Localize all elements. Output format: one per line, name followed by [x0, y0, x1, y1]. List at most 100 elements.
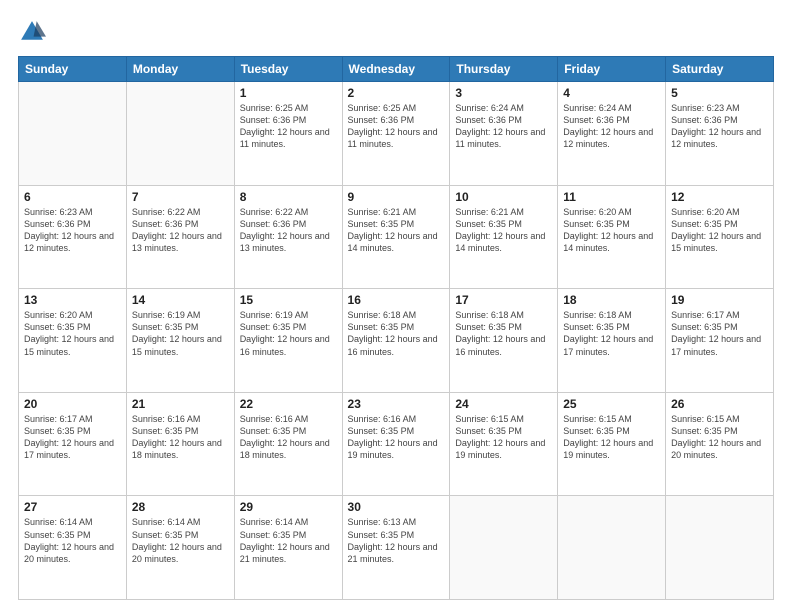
day-number: 19	[671, 293, 768, 307]
day-info: Sunrise: 6:17 AM Sunset: 6:35 PM Dayligh…	[24, 413, 121, 462]
calendar-cell: 16 Sunrise: 6:18 AM Sunset: 6:35 PM Dayli…	[342, 289, 450, 393]
day-header-sunday: Sunday	[19, 57, 127, 82]
calendar-cell: 9 Sunrise: 6:21 AM Sunset: 6:35 PM Daylig…	[342, 185, 450, 289]
calendar-cell: 7 Sunrise: 6:22 AM Sunset: 6:36 PM Daylig…	[126, 185, 234, 289]
day-info: Sunrise: 6:19 AM Sunset: 6:35 PM Dayligh…	[240, 309, 337, 358]
calendar-cell: 4 Sunrise: 6:24 AM Sunset: 6:36 PM Daylig…	[558, 82, 666, 186]
day-number: 13	[24, 293, 121, 307]
logo-icon	[18, 18, 46, 46]
calendar-cell: 12 Sunrise: 6:20 AM Sunset: 6:35 PM Dayli…	[666, 185, 774, 289]
day-info: Sunrise: 6:18 AM Sunset: 6:35 PM Dayligh…	[348, 309, 445, 358]
calendar-cell	[126, 82, 234, 186]
calendar-cell: 23 Sunrise: 6:16 AM Sunset: 6:35 PM Dayli…	[342, 392, 450, 496]
calendar-cell: 22 Sunrise: 6:16 AM Sunset: 6:35 PM Dayli…	[234, 392, 342, 496]
calendar-cell: 27Sunrise: 6:14 AM Sunset: 6:35 PM Dayli…	[19, 496, 127, 600]
day-number: 10	[455, 190, 552, 204]
calendar-cell: 1 Sunrise: 6:25 AM Sunset: 6:36 PM Daylig…	[234, 82, 342, 186]
day-number: 5	[671, 86, 768, 100]
day-info: Sunrise: 6:21 AM Sunset: 6:35 PM Dayligh…	[455, 206, 552, 255]
day-info: Sunrise: 6:16 AM Sunset: 6:35 PM Dayligh…	[132, 413, 229, 462]
day-info: Sunrise: 6:20 AM Sunset: 6:35 PM Dayligh…	[24, 309, 121, 358]
day-number: 2	[348, 86, 445, 100]
day-header-wednesday: Wednesday	[342, 57, 450, 82]
week-row-5: 27 Sunrise: 6:14 AM Sunset: 6:35 PM Dayli…	[19, 496, 774, 600]
day-info: Sunrise: 6:20 AM Sunset: 6:35 PM Dayligh…	[671, 206, 768, 255]
day-number: 21	[132, 397, 229, 411]
day-info: Sunrise: 6:23 AM Sunset: 6:36 PM Dayligh…	[671, 102, 768, 151]
day-info: Sunrise: 6:19 AM Sunset: 6:35 PM Dayligh…	[132, 309, 229, 358]
calendar-cell: 3 Sunrise: 6:24 AM Sunset: 6:36 PM Daylig…	[450, 82, 558, 186]
logo	[18, 18, 50, 46]
calendar-cell: 6 Sunrise: 6:23 AM Sunset: 6:36 PM Daylig…	[19, 185, 127, 289]
calendar-cell: 29Sunrise: 6:14 AM Sunset: 6:35 PM Dayli…	[234, 496, 342, 600]
calendar-cell: 30 Sunrise: 6:13 AM Sunset: 6:35 PM Dayli…	[342, 496, 450, 600]
day-header-monday: Monday	[126, 57, 234, 82]
calendar-cell: 15 Sunrise: 6:19 AM Sunset: 6:35 PM Dayli…	[234, 289, 342, 393]
day-number: 25	[563, 397, 660, 411]
day-number: 26	[671, 397, 768, 411]
calendar-cell	[558, 496, 666, 600]
day-number: 6	[24, 190, 121, 204]
calendar-cell: 21 Sunrise: 6:16 AM Sunset: 6:35 PM Dayli…	[126, 392, 234, 496]
day-info: Sunrise: 6:24 AM Sunset: 6:36 PM Dayligh…	[455, 102, 552, 151]
day-info: Sunrise: 6:24 AM Sunset: 6:36 PM Dayligh…	[563, 102, 660, 151]
day-number: 24	[455, 397, 552, 411]
day-number: 28	[132, 500, 229, 514]
calendar-header-row: SundayMondayTuesdayWednesdayThursdayFrid…	[19, 57, 774, 82]
day-number: 23	[348, 397, 445, 411]
calendar-cell: 24Sunrise: 6:15 AM Sunset: 6:35 PM Dayli…	[450, 392, 558, 496]
calendar-cell: 18 Sunrise: 6:18 AM Sunset: 6:35 PM Dayli…	[558, 289, 666, 393]
day-number: 3	[455, 86, 552, 100]
day-number: 11	[563, 190, 660, 204]
week-row-4: 20 Sunrise: 6:17 AM Sunset: 6:35 PM Dayli…	[19, 392, 774, 496]
day-number: 4	[563, 86, 660, 100]
day-info: Sunrise: 6:25 AM Sunset: 6:36 PM Dayligh…	[348, 102, 445, 151]
calendar-table: SundayMondayTuesdayWednesdayThursdayFrid…	[18, 56, 774, 600]
day-info: Sunrise: 6:16 AM Sunset: 6:35 PM Dayligh…	[348, 413, 445, 462]
calendar-cell	[450, 496, 558, 600]
day-info: Sunrise: 6:23 AM Sunset: 6:36 PM Dayligh…	[24, 206, 121, 255]
day-number: 30	[348, 500, 445, 514]
day-number: 18	[563, 293, 660, 307]
calendar-cell: 20 Sunrise: 6:17 AM Sunset: 6:35 PM Dayli…	[19, 392, 127, 496]
day-info: Sunrise: 6:14 AM Sunset: 6:35 PM Dayligh…	[132, 516, 229, 565]
day-info: Sunrise: 6:22 AM Sunset: 6:36 PM Dayligh…	[132, 206, 229, 255]
header	[18, 18, 774, 46]
day-number: 7	[132, 190, 229, 204]
day-info: Sunrise: 6:14 AM Sunset: 6:35 PM Dayligh…	[240, 516, 337, 565]
calendar-cell: 2 Sunrise: 6:25 AM Sunset: 6:36 PM Daylig…	[342, 82, 450, 186]
week-row-3: 13 Sunrise: 6:20 AM Sunset: 6:35 PM Dayli…	[19, 289, 774, 393]
day-number: 16	[348, 293, 445, 307]
day-header-saturday: Saturday	[666, 57, 774, 82]
day-number: 14	[132, 293, 229, 307]
day-info: Sunrise: 6:18 AM Sunset: 6:35 PM Dayligh…	[563, 309, 660, 358]
day-info: Sunrise: 6:15 AM Sunset: 6:35 PM Dayligh…	[563, 413, 660, 462]
calendar-cell: 8 Sunrise: 6:22 AM Sunset: 6:36 PM Daylig…	[234, 185, 342, 289]
day-info: Sunrise: 6:25 AM Sunset: 6:36 PM Dayligh…	[240, 102, 337, 151]
day-info: Sunrise: 6:16 AM Sunset: 6:35 PM Dayligh…	[240, 413, 337, 462]
day-number: 27	[24, 500, 121, 514]
calendar-cell: 25 Sunrise: 6:15 AM Sunset: 6:35 PM Dayli…	[558, 392, 666, 496]
day-info: Sunrise: 6:20 AM Sunset: 6:35 PM Dayligh…	[563, 206, 660, 255]
day-info: Sunrise: 6:13 AM Sunset: 6:35 PM Dayligh…	[348, 516, 445, 565]
day-number: 15	[240, 293, 337, 307]
day-number: 22	[240, 397, 337, 411]
calendar-cell: 26 Sunrise: 6:15 AM Sunset: 6:35 PM Dayli…	[666, 392, 774, 496]
day-number: 12	[671, 190, 768, 204]
day-number: 9	[348, 190, 445, 204]
week-row-2: 6 Sunrise: 6:23 AM Sunset: 6:36 PM Daylig…	[19, 185, 774, 289]
day-number: 1	[240, 86, 337, 100]
calendar-cell: 19Sunrise: 6:17 AM Sunset: 6:35 PM Dayli…	[666, 289, 774, 393]
calendar-cell: 13 Sunrise: 6:20 AM Sunset: 6:35 PM Dayli…	[19, 289, 127, 393]
day-number: 20	[24, 397, 121, 411]
day-number: 8	[240, 190, 337, 204]
calendar-cell: 17Sunrise: 6:18 AM Sunset: 6:35 PM Dayli…	[450, 289, 558, 393]
day-header-friday: Friday	[558, 57, 666, 82]
day-info: Sunrise: 6:21 AM Sunset: 6:35 PM Dayligh…	[348, 206, 445, 255]
calendar-cell: 10 Sunrise: 6:21 AM Sunset: 6:35 PM Dayli…	[450, 185, 558, 289]
calendar-cell	[19, 82, 127, 186]
day-header-thursday: Thursday	[450, 57, 558, 82]
day-number: 17	[455, 293, 552, 307]
day-info: Sunrise: 6:22 AM Sunset: 6:36 PM Dayligh…	[240, 206, 337, 255]
day-info: Sunrise: 6:15 AM Sunset: 6:35 PM Dayligh…	[671, 413, 768, 462]
